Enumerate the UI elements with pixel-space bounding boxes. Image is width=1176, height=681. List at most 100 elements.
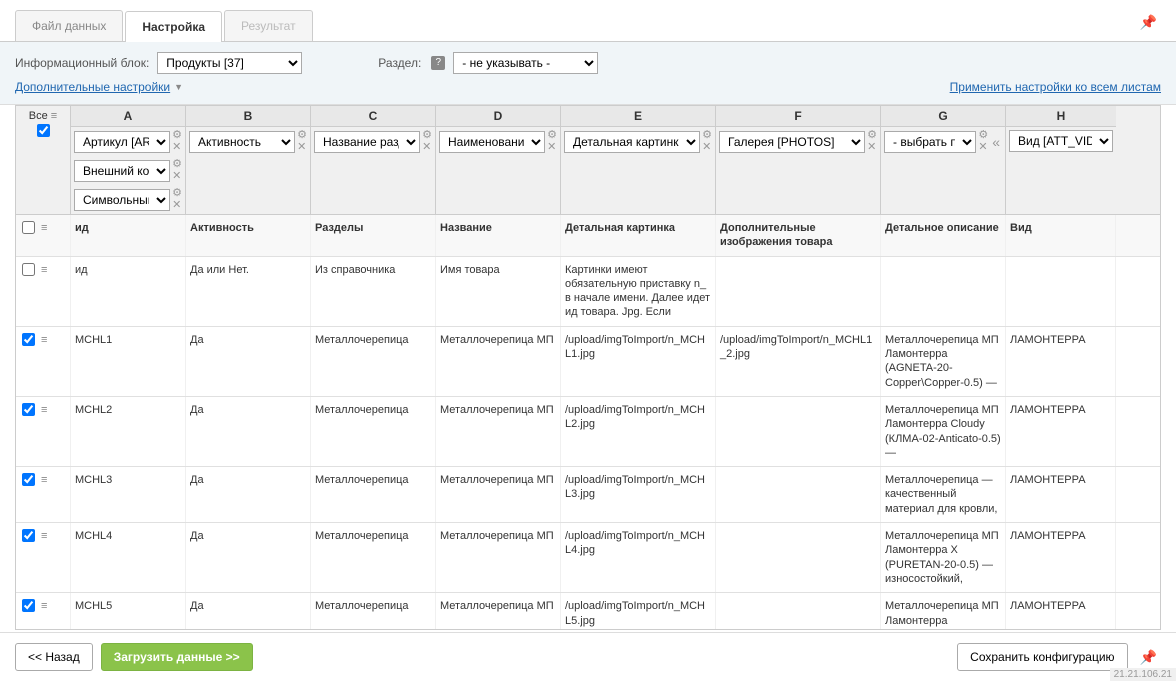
- load-data-button[interactable]: Загрузить данные >>: [101, 643, 253, 671]
- save-config-button[interactable]: Сохранить конфигурацию: [957, 643, 1127, 671]
- col-letter-f: F: [716, 106, 880, 127]
- drag-icon[interactable]: ≡: [41, 333, 47, 347]
- row-checkbox[interactable]: [22, 473, 35, 486]
- all-label: Все: [29, 110, 48, 122]
- chevron-down-icon: ▼: [174, 82, 183, 92]
- col-letter-a: A: [71, 106, 185, 127]
- cell-a: MCHL5: [71, 593, 186, 630]
- gear-icon[interactable]: ⚙: [867, 130, 877, 141]
- cell-g: Металлочерепица МП Ламонтерра Cloudy (КЛ…: [881, 397, 1006, 466]
- cell-g: Металлочерепица МП Ламонтерра (AGNETA-20…: [881, 327, 1006, 396]
- help-icon[interactable]: ?: [431, 56, 445, 70]
- close-icon[interactable]: ✕: [172, 171, 182, 182]
- col-g-select[interactable]: - выбрать поле -: [884, 131, 976, 153]
- close-icon[interactable]: ✕: [172, 200, 182, 211]
- gear-icon[interactable]: ⚙: [172, 130, 182, 141]
- cell-b: Да или Нет.: [186, 257, 311, 326]
- close-icon[interactable]: ✕: [978, 142, 988, 153]
- tab-file[interactable]: Файл данных: [15, 10, 123, 41]
- close-icon[interactable]: ✕: [702, 142, 712, 153]
- cell-h: [1006, 257, 1116, 326]
- cell-g: Металлочерепица МП Ламонтерра X (PURETAN…: [881, 523, 1006, 592]
- cell-e: /upload/imgToImport/n_MCHL5.jpg: [561, 593, 716, 630]
- th-a: ид: [71, 215, 186, 256]
- drag-icon[interactable]: ≡: [41, 599, 47, 613]
- pin-icon[interactable]: 📌: [1136, 10, 1161, 41]
- cell-f: [716, 523, 881, 592]
- table-row: ≡MCHL4ДаМеталлочерепицаМеталлочерепица М…: [16, 523, 1160, 593]
- collapse-left-icon[interactable]: «: [990, 134, 1002, 150]
- gear-icon[interactable]: ⚙: [172, 159, 182, 170]
- column-header-row: Все ≡ A Артикул [ARTICLE]⚙✕ Внешний код⚙…: [15, 105, 1161, 215]
- col-letter-h: H: [1006, 106, 1116, 127]
- cell-a: MCHL4: [71, 523, 186, 592]
- gear-icon[interactable]: ⚙: [172, 188, 182, 199]
- cell-b: Да: [186, 467, 311, 522]
- row-checkbox[interactable]: [22, 599, 35, 612]
- cell-h: ЛАМОНТЕРРА: [1006, 593, 1116, 630]
- close-icon[interactable]: ✕: [547, 142, 557, 153]
- menu-icon[interactable]: ≡: [51, 110, 57, 122]
- close-icon[interactable]: ✕: [172, 142, 182, 153]
- row-checkbox[interactable]: [22, 333, 35, 346]
- table-row: ≡идДа или Нет.Из справочникаИмя товараКа…: [16, 257, 1160, 327]
- cell-e: /upload/imgToImport/n_MCHL4.jpg: [561, 523, 716, 592]
- tabs-bar: Файл данных Настройка Результат 📌: [0, 10, 1176, 42]
- col-d-select[interactable]: Наименование элемента: [439, 131, 545, 153]
- gear-icon[interactable]: ⚙: [297, 130, 307, 141]
- gear-icon[interactable]: ⚙: [422, 130, 432, 141]
- cell-c: Металлочерепица: [311, 397, 436, 466]
- th-e: Детальная картинка: [561, 215, 716, 256]
- back-button[interactable]: << Назад: [15, 643, 93, 671]
- gear-icon[interactable]: ⚙: [978, 130, 988, 141]
- cell-c: Металлочерепица: [311, 593, 436, 630]
- section-label: Раздел:: [378, 56, 421, 70]
- col-b-select[interactable]: Активность: [189, 131, 295, 153]
- drag-icon[interactable]: ≡: [41, 529, 47, 543]
- col-a-select-2[interactable]: Внешний код: [74, 160, 170, 182]
- apply-all-link[interactable]: Применить настройки ко всем листам: [950, 80, 1161, 94]
- col-a-select-3[interactable]: Символьный код: [74, 189, 170, 211]
- table-header-row: ≡ ид Активность Разделы Название Детальн…: [16, 215, 1160, 257]
- table-row: ≡MCHL1ДаМеталлочерепицаМеталлочерепица М…: [16, 327, 1160, 397]
- cell-d: Металлочерепица МП: [436, 467, 561, 522]
- close-icon[interactable]: ✕: [297, 142, 307, 153]
- col-c-select[interactable]: Название раздела: [314, 131, 420, 153]
- col-a-select-1[interactable]: Артикул [ARTICLE]: [74, 131, 170, 153]
- row-checkbox[interactable]: [22, 263, 35, 276]
- cell-f: [716, 397, 881, 466]
- info-block-select[interactable]: Продукты [37]: [157, 52, 302, 74]
- checkbox-all[interactable]: [37, 124, 50, 137]
- col-f-select[interactable]: Галерея [PHOTOS]: [719, 131, 865, 153]
- section-select[interactable]: - не указывать -: [453, 52, 598, 74]
- cell-b: Да: [186, 523, 311, 592]
- table-row: ≡MCHL3ДаМеталлочерепицаМеталлочерепица М…: [16, 467, 1160, 523]
- cell-b: Да: [186, 397, 311, 466]
- pin-icon[interactable]: 📌: [1136, 645, 1161, 670]
- table-row: ≡ MCHL2ДаМеталлочерепица Металлочерепица М…: [16, 397, 1160, 467]
- cell-c: Металлочерепица: [311, 467, 436, 522]
- gear-icon[interactable]: ⚙: [702, 130, 712, 141]
- close-icon[interactable]: ✕: [867, 142, 877, 153]
- cell-f: [716, 467, 881, 522]
- tab-settings[interactable]: Настройка: [125, 11, 222, 42]
- extra-settings-link[interactable]: Дополнительные настройки: [15, 80, 170, 94]
- info-block-label: Информационный блок:: [15, 56, 149, 70]
- drag-icon[interactable]: ≡: [41, 263, 47, 277]
- col-e-select[interactable]: Детальная картинка (путь): [564, 131, 700, 153]
- cell-c: Металлочерепица: [311, 327, 436, 396]
- cell-f: [716, 593, 881, 630]
- drag-icon[interactable]: ≡: [41, 221, 47, 235]
- footer-bar: << Назад Загрузить данные >> Сохранить к…: [0, 632, 1176, 681]
- row-checkbox[interactable]: [22, 403, 35, 416]
- gear-icon[interactable]: ⚙: [547, 130, 557, 141]
- col-h-select[interactable]: Вид [ATT_VID_ME]: [1009, 130, 1113, 152]
- col-letter-b: B: [186, 106, 310, 127]
- close-icon[interactable]: ✕: [422, 142, 432, 153]
- drag-icon[interactable]: ≡: [41, 473, 47, 487]
- drag-icon[interactable]: ≡: [41, 403, 47, 417]
- checkbox-head[interactable]: [22, 221, 35, 234]
- col-letter-e: E: [561, 106, 715, 127]
- row-checkbox[interactable]: [22, 529, 35, 542]
- cell-a: MCHL2: [71, 397, 186, 466]
